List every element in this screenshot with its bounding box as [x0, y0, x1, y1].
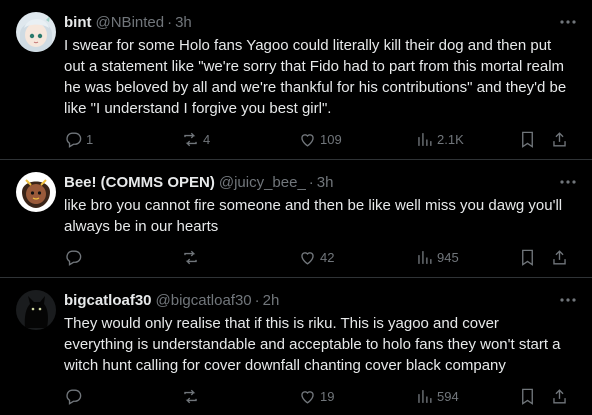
views-icon — [418, 250, 432, 264]
like-count: 109 — [320, 131, 342, 147]
tweet-text: like bro you cannot fire someone and the… — [64, 197, 563, 235]
tweet-text: I swear for some Holo fans Yagoo could l… — [64, 37, 567, 117]
author-handle[interactable]: @bigcatloaf30 — [156, 292, 252, 309]
more-options-button[interactable] — [558, 290, 578, 310]
tweet-text: They would only realise that if this is … — [64, 315, 561, 374]
repost-button[interactable]: 4 — [181, 130, 298, 149]
author-handle[interactable]: @juicy_bee_ — [219, 174, 306, 191]
separator-dot: · — [254, 291, 260, 309]
action-bar: 19 594 — [64, 385, 576, 407]
bookmark-button[interactable] — [518, 248, 550, 267]
timestamp[interactable]: 2h — [263, 292, 280, 309]
reply-count: 1 — [86, 131, 94, 147]
tweet-2[interactable]: Bee! (COMMS OPEN) @juicy_bee_ · 3h like … — [0, 160, 592, 278]
avatar[interactable] — [16, 290, 56, 330]
share-icon — [553, 388, 566, 404]
reply-icon — [66, 131, 82, 148]
view-count: 2.1K — [437, 131, 464, 147]
more-icon — [560, 298, 576, 302]
views-button[interactable]: 594 — [415, 387, 518, 406]
like-button[interactable]: 109 — [298, 130, 415, 149]
reply-icon — [66, 249, 82, 266]
share-button[interactable] — [550, 387, 570, 406]
share-icon — [553, 131, 566, 147]
bookmark-icon — [522, 131, 533, 148]
tweet-3[interactable]: bigcatloaf30 @bigcatloaf30 · 2h They wou… — [0, 278, 592, 415]
views-button[interactable]: 945 — [415, 248, 518, 267]
more-icon — [560, 180, 576, 184]
like-button[interactable]: 19 — [298, 387, 415, 406]
views-icon — [418, 132, 432, 146]
reply-button[interactable] — [64, 248, 181, 267]
heart-icon — [301, 390, 314, 404]
share-button[interactable] — [550, 248, 570, 267]
share-button[interactable] — [550, 130, 570, 149]
repost-icon — [184, 250, 197, 264]
views-button[interactable]: 2.1K — [415, 130, 518, 149]
like-button[interactable]: 42 — [298, 248, 415, 267]
author-name[interactable]: bint — [64, 14, 92, 31]
reply-icon — [66, 388, 82, 405]
separator-dot: · — [308, 173, 314, 191]
bookmark-icon — [522, 249, 533, 266]
like-count: 42 — [320, 249, 335, 265]
timeline-feed: bint @NBinted · 3h I swear for some Holo… — [0, 0, 592, 415]
tweet-1[interactable]: bint @NBinted · 3h I swear for some Holo… — [0, 0, 592, 160]
repost-button[interactable] — [181, 248, 298, 267]
heart-icon — [301, 133, 314, 147]
avatar[interactable] — [16, 12, 56, 52]
bookmark-button[interactable] — [518, 387, 550, 406]
repost-icon — [184, 389, 197, 403]
share-icon — [553, 249, 566, 265]
bookmark-icon — [522, 388, 533, 405]
views-icon — [418, 389, 432, 403]
avatar[interactable] — [16, 172, 56, 212]
reply-button[interactable] — [64, 387, 181, 406]
author-name[interactable]: bigcatloaf30 — [64, 292, 152, 309]
timestamp[interactable]: 3h — [317, 174, 334, 191]
view-count: 945 — [437, 249, 459, 265]
heart-icon — [301, 251, 314, 265]
view-count: 594 — [437, 388, 459, 404]
like-count: 19 — [320, 388, 335, 404]
author-name[interactable]: Bee! (COMMS OPEN) — [64, 174, 215, 191]
reply-button[interactable]: 1 — [64, 130, 181, 149]
timestamp[interactable]: 3h — [175, 14, 192, 31]
more-options-button[interactable] — [558, 172, 578, 192]
action-bar: 1 4 109 2.1K — [64, 128, 576, 150]
more-icon — [560, 20, 576, 24]
author-handle[interactable]: @NBinted — [96, 14, 165, 31]
bookmark-button[interactable] — [518, 130, 550, 149]
repost-icon — [184, 132, 197, 146]
more-options-button[interactable] — [558, 12, 578, 32]
separator-dot: · — [167, 13, 173, 31]
action-bar: 42 945 — [64, 246, 576, 268]
repost-button[interactable] — [181, 387, 298, 406]
repost-count: 4 — [203, 131, 211, 147]
